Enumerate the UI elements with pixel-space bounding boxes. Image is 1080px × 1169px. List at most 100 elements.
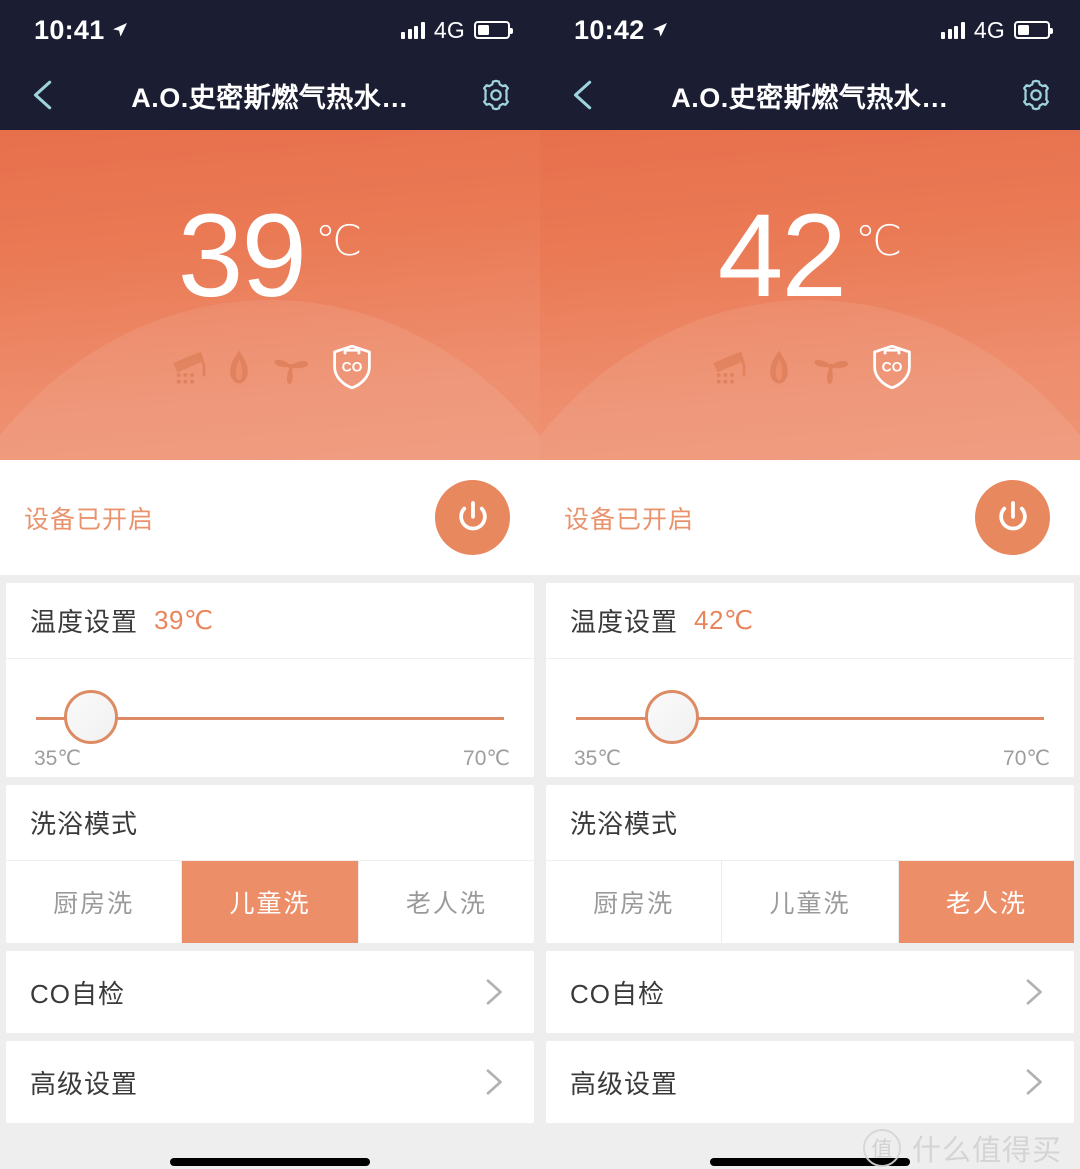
- temperature-setting-card: 温度设置 39℃ 35℃ 70℃: [6, 583, 534, 777]
- status-feature-icons: CO: [168, 344, 372, 389]
- advanced-settings-label: 高级设置: [30, 1068, 139, 1099]
- screen-footer: 值 什么值得买: [540, 1123, 1080, 1169]
- power-status-bar: 设备已开启: [0, 460, 540, 575]
- shower-head-icon: [168, 347, 208, 387]
- gear-icon: [483, 79, 509, 111]
- status-feature-icons: CO: [708, 344, 912, 389]
- bath-mode-card: 洗浴模式 厨房洗 儿童洗 老人洗: [546, 785, 1074, 943]
- slider-range-labels: 35℃ 70℃: [34, 746, 510, 771]
- settings-button[interactable]: [474, 73, 518, 117]
- gear-icon: [1023, 79, 1049, 111]
- chevron-right-icon: [486, 1069, 502, 1095]
- phone-screen-left: 10:41 4G A.O.史密斯燃气热水… 39 ℃ CO 设备已开启 温度设置…: [0, 0, 540, 1169]
- slider-min-label: 35℃: [34, 747, 81, 770]
- status-bar-right: 4G: [401, 16, 513, 44]
- battery-low-icon: [474, 21, 513, 39]
- home-indicator[interactable]: [170, 1158, 370, 1166]
- bath-mode-label: 洗浴模式: [570, 809, 679, 839]
- svg-text:CO: CO: [882, 358, 903, 374]
- svg-text:CO: CO: [342, 358, 363, 374]
- chevron-right-icon: [486, 979, 502, 1005]
- network-type-label: 4G: [433, 16, 465, 43]
- temperature-card-header: 温度设置 42℃: [546, 583, 1074, 659]
- bath-mode-option-kitchen[interactable]: 厨房洗: [546, 861, 723, 943]
- chevron-right-icon: [1026, 979, 1042, 1005]
- bath-mode-option-child[interactable]: 儿童洗: [182, 861, 359, 943]
- fan-icon: [810, 346, 852, 388]
- slider-max-label: 70℃: [463, 747, 510, 770]
- status-time: 10:42: [574, 14, 645, 45]
- navigation-bar: A.O.史密斯燃气热水…: [540, 60, 1080, 130]
- location-arrow-icon: [652, 22, 668, 38]
- device-status-label: 设备已开启: [564, 505, 695, 534]
- power-toggle-button[interactable]: [435, 480, 510, 555]
- temperature-unit: ℃: [315, 217, 363, 264]
- back-button[interactable]: [564, 75, 604, 115]
- network-type-label: 4G: [973, 16, 1005, 43]
- settings-button[interactable]: [1014, 73, 1058, 117]
- bath-mode-option-child[interactable]: 儿童洗: [722, 861, 899, 943]
- slider-range-labels: 35℃ 70℃: [574, 746, 1050, 771]
- bath-mode-header: 洗浴模式: [546, 785, 1074, 861]
- device-status-label: 设备已开启: [24, 505, 155, 534]
- settings-content: 温度设置 42℃ 35℃ 70℃ 洗浴模式 厨房洗 儿童洗 老人洗 CO自检 高…: [540, 575, 1080, 1123]
- bath-mode-segmented-control: 厨房洗 儿童洗 老人洗: [6, 861, 534, 943]
- watermark-text: 什么值得买: [911, 1135, 1062, 1167]
- advanced-settings-row[interactable]: 高级设置: [546, 1041, 1074, 1123]
- advanced-settings-label: 高级设置: [570, 1068, 679, 1099]
- signal-bars-icon: [941, 21, 965, 39]
- page-title: A.O.史密斯燃气热水…: [671, 82, 949, 113]
- screen-footer: [0, 1123, 540, 1169]
- slider-max-label: 70℃: [1003, 747, 1050, 770]
- bath-mode-option-elderly[interactable]: 老人洗: [898, 861, 1074, 943]
- signal-bars-icon: [401, 21, 425, 39]
- back-button[interactable]: [24, 75, 64, 115]
- status-bar-left: 10:41: [34, 15, 128, 46]
- co-shield-icon: CO: [872, 344, 912, 389]
- dual-screenshot-container: 10:41 4G A.O.史密斯燃气热水… 39 ℃ CO 设备已开启 温度设置…: [0, 0, 1080, 1169]
- settings-content: 温度设置 39℃ 35℃ 70℃ 洗浴模式 厨房洗 儿童洗 老人洗 CO自检 高…: [0, 575, 540, 1123]
- power-toggle-button[interactable]: [975, 480, 1050, 555]
- flame-icon: [228, 348, 250, 386]
- bath-mode-label: 洗浴模式: [30, 809, 139, 839]
- current-temperature-display: 42 ℃: [717, 190, 903, 322]
- slider-knob[interactable]: [645, 690, 699, 744]
- battery-low-icon: [1014, 21, 1053, 39]
- temperature-unit: ℃: [855, 217, 903, 264]
- temperature-value: 42: [717, 190, 847, 322]
- shower-head-icon: [708, 347, 748, 387]
- temperature-hero-panel: 39 ℃ CO: [0, 130, 540, 460]
- power-icon: [458, 500, 487, 530]
- smzdm-watermark: 值 什么值得买: [862, 1127, 1062, 1169]
- bath-mode-option-elderly[interactable]: 老人洗: [359, 861, 534, 943]
- slider-knob[interactable]: [63, 690, 118, 744]
- co-shield-icon: CO: [332, 344, 372, 389]
- phone-screen-right: 10:42 4G A.O.史密斯燃气热水… 42 ℃ CO 设备已开启 温度设置…: [540, 0, 1080, 1169]
- status-bar-left: 10:42: [574, 15, 668, 46]
- page-title: A.O.史密斯燃气热水…: [131, 82, 409, 113]
- temperature-setting-label: 温度设置: [570, 607, 679, 637]
- bath-mode-header: 洗浴模式: [6, 785, 534, 861]
- current-temperature-display: 39 ℃: [178, 197, 363, 315]
- slider-min-label: 35℃: [574, 747, 621, 770]
- status-bar: 10:42 4G: [540, 0, 1080, 60]
- temperature-setting-value: 39℃: [154, 605, 214, 635]
- advanced-settings-row[interactable]: 高级设置: [6, 1041, 534, 1123]
- chevron-left-icon: [33, 80, 52, 110]
- navigation-bar: A.O.史密斯燃气热水…: [0, 60, 540, 130]
- chevron-right-icon: [1026, 1069, 1042, 1095]
- co-self-check-label: CO自检: [570, 978, 666, 1009]
- status-bar: 10:41 4G: [0, 0, 540, 60]
- temperature-hero-panel: 42 ℃ CO: [540, 130, 1080, 460]
- co-self-check-label: CO自检: [30, 978, 126, 1009]
- temperature-slider[interactable]: 35℃ 70℃: [546, 659, 1074, 777]
- co-self-check-row[interactable]: CO自检: [546, 951, 1074, 1033]
- status-time: 10:41: [34, 14, 105, 45]
- fan-icon: [270, 346, 312, 388]
- power-status-bar: 设备已开启: [540, 460, 1080, 575]
- bath-mode-option-kitchen[interactable]: 厨房洗: [6, 861, 183, 943]
- bath-mode-card: 洗浴模式 厨房洗 儿童洗 老人洗: [6, 785, 534, 943]
- temperature-setting-card: 温度设置 42℃ 35℃ 70℃: [546, 583, 1074, 777]
- co-self-check-row[interactable]: CO自检: [6, 951, 534, 1033]
- temperature-slider[interactable]: 35℃ 70℃: [6, 659, 534, 777]
